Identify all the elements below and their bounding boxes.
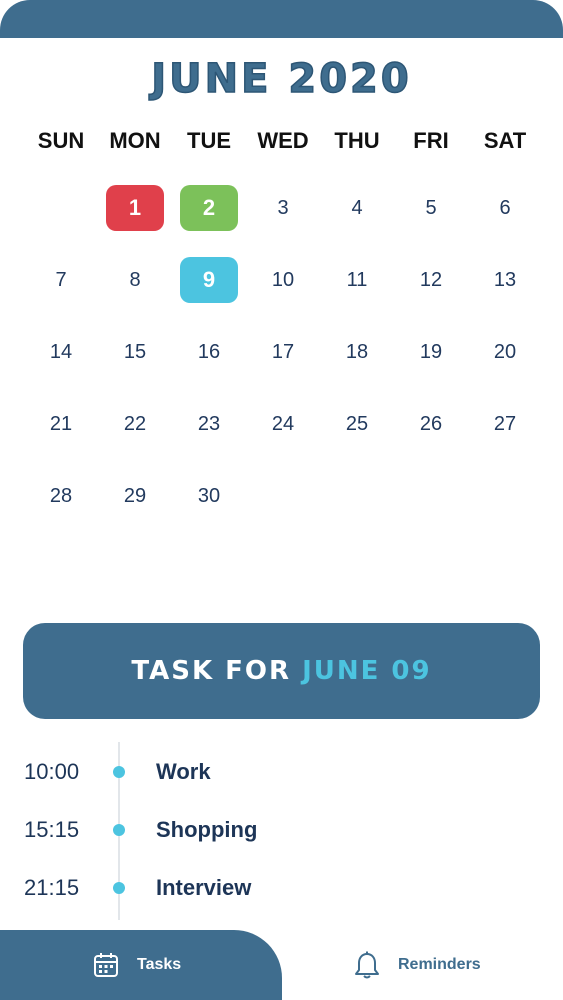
timeline-dot <box>113 824 125 836</box>
weekday-sat: SAT <box>483 128 527 153</box>
task-name: Work <box>156 759 211 784</box>
calendar-day[interactable]: 7 <box>32 257 90 303</box>
top-header-bar <box>0 0 563 38</box>
calendar-day[interactable]: 23 <box>180 401 238 447</box>
calendar-day[interactable]: 27 <box>476 401 534 447</box>
calendar-day[interactable]: 20 <box>476 329 534 375</box>
calendar-day[interactable]: 21 <box>32 401 90 447</box>
nav-tab-tasks[interactable]: Tasks <box>93 930 181 1000</box>
calendar-day[interactable]: 30 <box>180 473 238 519</box>
task-banner: TASK FOR JUNE 09 <box>23 623 540 719</box>
nav-reminders-label: Reminders <box>398 956 481 973</box>
nav-tab-reminders[interactable]: Reminders <box>354 930 481 1000</box>
calendar-day[interactable]: 13 <box>476 257 534 303</box>
calendar-day[interactable]: 10 <box>254 257 312 303</box>
calendar-icon <box>94 953 118 977</box>
nav-tasks-label: Tasks <box>137 956 182 973</box>
calendar-day[interactable]: 25 <box>328 401 386 447</box>
calendar-day[interactable]: 8 <box>106 257 164 303</box>
task-name: Interview <box>156 875 252 900</box>
calendar-day[interactable]: 9 <box>180 257 238 303</box>
calendar-day[interactable]: 24 <box>254 401 312 447</box>
weekday-thu: THU <box>334 128 380 153</box>
month-title: JUNE 2020 <box>151 55 412 103</box>
calendar-day[interactable]: 29 <box>106 473 164 519</box>
calendar-day[interactable]: 22 <box>106 401 164 447</box>
calendar-day[interactable]: 12 <box>402 257 460 303</box>
timeline-dot <box>113 766 125 778</box>
task-banner-lead: TASK FOR <box>131 656 303 686</box>
bottom-nav: Tasks Reminders <box>0 930 563 1000</box>
weekday-mon: MON <box>109 128 161 153</box>
task-time: 21:15 <box>24 875 80 900</box>
weekday-tue: TUE <box>187 128 231 153</box>
task-row[interactable]: 15:15 Shopping <box>0 810 563 850</box>
weekday-fri: FRI <box>413 128 449 153</box>
task-row[interactable]: 10:00 Work <box>0 752 563 792</box>
calendar-day[interactable]: 6 <box>476 185 534 231</box>
bell-icon <box>355 951 379 979</box>
calendar-day[interactable]: 2 <box>180 185 238 231</box>
calendar-day[interactable]: 5 <box>402 185 460 231</box>
task-time: 15:15 <box>24 817 80 842</box>
calendar-day[interactable]: 17 <box>254 329 312 375</box>
task-row[interactable]: 21:15 Interview <box>0 868 563 908</box>
task-time: 10:00 <box>24 759 80 784</box>
calendar-day-grid: 1 2 3 4 5 6 7 8 9 10 11 12 13 14 15 16 17 18 19 20 21 22 23 24 2… <box>24 185 540 515</box>
calendar-day[interactable]: 15 <box>106 329 164 375</box>
calendar-day[interactable]: 3 <box>254 185 312 231</box>
weekday-wed: WED <box>257 128 309 153</box>
weekday-sun: SUN <box>37 128 85 153</box>
calendar-day[interactable]: 4 <box>328 185 386 231</box>
calendar-day[interactable]: 14 <box>32 329 90 375</box>
calendar-day[interactable]: 1 <box>106 185 164 231</box>
task-banner-date: JUNE 09 <box>302 656 432 686</box>
calendar-day[interactable]: 11 <box>328 257 386 303</box>
calendar-day[interactable]: 28 <box>32 473 90 519</box>
timeline-dot <box>113 882 125 894</box>
calendar-day[interactable]: 26 <box>402 401 460 447</box>
calendar-day[interactable]: 16 <box>180 329 238 375</box>
calendar-day[interactable]: 18 <box>328 329 386 375</box>
task-name: Shopping <box>156 817 258 842</box>
calendar-day[interactable]: 19 <box>402 329 460 375</box>
